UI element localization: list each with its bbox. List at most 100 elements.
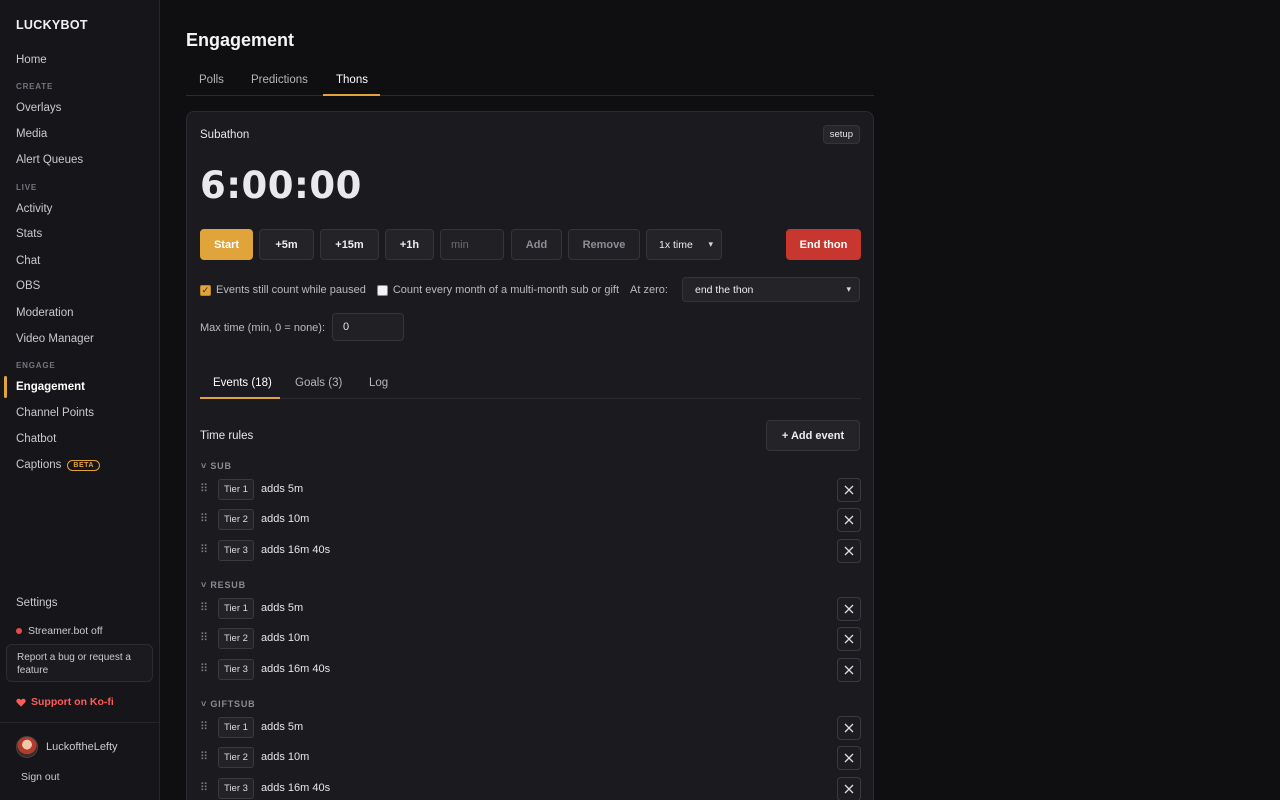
close-icon [844,604,854,614]
sidebar-item-channel-points[interactable]: Channel Points [16,407,94,419]
delete-rule-button[interactable] [837,746,861,770]
minutes-input[interactable] [440,229,504,260]
start-button[interactable]: Start [200,229,253,260]
drag-handle-icon[interactable]: ⠿ [200,662,208,675]
chevron-down-icon: ▾ [846,284,851,294]
rule-row: ⠿ Tier 1 adds 5m [200,478,861,503]
sidebar-item-settings[interactable]: Settings [16,597,58,609]
drag-handle-icon[interactable]: ⠿ [200,601,208,614]
thon-timer: 6:00:00 [200,164,362,207]
delete-rule-button[interactable] [837,508,861,532]
at-zero-select[interactable]: end the thon ▾ [682,277,860,302]
sidebar-item-moderation[interactable]: Moderation [16,307,74,319]
collapse-icon: ˅ [201,461,211,471]
drag-handle-icon[interactable]: ⠿ [200,631,208,644]
delete-rule-button[interactable] [837,539,861,563]
rule-row: ⠿ Tier 1 adds 5m [200,597,861,622]
end-thon-button[interactable]: End thon [786,229,861,260]
tier-chip: Tier 1 [218,479,254,500]
tier-chip: Tier 1 [218,598,254,619]
tab-goals[interactable]: Goals (3) [295,377,342,389]
sidebar-item-engagement[interactable]: Engagement [16,381,85,393]
avatar [16,736,38,758]
sidebar-item-activity[interactable]: Activity [16,203,52,215]
paused-checkbox[interactable] [200,284,211,296]
time-rules-heading: Time rules [200,430,254,442]
drag-handle-icon[interactable]: ⠿ [200,543,208,556]
delete-rule-button[interactable] [837,597,861,621]
bug-report-button[interactable]: Report a bug or request a feature [6,644,153,682]
sidebar-item-overlays[interactable]: Overlays [16,102,61,114]
user-profile[interactable]: LuckoftheLefty [16,736,118,758]
tab-events[interactable]: Events (18) [213,377,272,389]
tab-polls[interactable]: Polls [199,74,224,86]
delete-rule-button[interactable] [837,478,861,502]
brand-logo: LUCKYBOT [16,18,88,32]
sidebar-item-captions[interactable]: Captions BETA [16,459,100,471]
tier-chip: Tier 1 [218,717,254,738]
drag-handle-icon[interactable]: ⠿ [200,781,208,794]
drag-handle-icon[interactable]: ⠿ [200,482,208,495]
delete-rule-button[interactable] [837,627,861,651]
add-minutes-button[interactable]: Add [511,229,562,260]
group-sub[interactable]: ˅ SUB [201,461,232,471]
thon-subtabs: Events (18) Goals (3) Log [200,368,861,399]
multimonth-label: Count every month of a multi-month sub o… [392,284,620,296]
close-icon [844,753,854,763]
add-5m-button[interactable]: +5m [259,229,314,260]
tab-thons[interactable]: Thons [336,74,368,86]
sidebar-section-create: CREATE [16,82,54,91]
kofi-link[interactable]: Support on Ko-fi [16,696,114,708]
speed-select[interactable]: 1x time ▾ [646,229,722,260]
close-icon [844,546,854,556]
rule-text: adds 16m 40s [261,663,331,675]
sidebar-item-obs[interactable]: OBS [16,280,40,292]
options-row: Events still count while paused Count ev… [200,278,668,302]
group-resub[interactable]: ˅ RESUB [201,580,246,590]
sidebar-item-media[interactable]: Media [16,128,47,140]
sidebar-item-alert-queues[interactable]: Alert Queues [16,154,83,166]
engagement-tabs: Polls Predictions Thons [186,66,874,96]
max-time-input[interactable] [332,313,404,341]
sidebar-item-chat[interactable]: Chat [16,255,40,267]
group-giftsub[interactable]: ˅ GIFTSUB [201,699,255,709]
at-zero-value: end the thon [695,283,754,296]
sidebar-item-home[interactable]: Home [16,54,47,66]
tier-chip: Tier 2 [218,747,254,768]
multimonth-checkbox[interactable] [376,284,388,296]
kofi-label: Support on Ko-fi [31,696,114,708]
rule-row: ⠿ Tier 2 adds 10m [200,746,861,771]
subtab-active-underline [200,397,280,399]
tier-chip: Tier 3 [218,659,254,680]
drag-handle-icon[interactable]: ⠿ [200,512,208,525]
sidebar-item-chatbot[interactable]: Chatbot [16,433,56,445]
add-15m-button[interactable]: +15m [320,229,379,260]
setup-button[interactable]: setup [822,125,860,144]
card-title: Subathon [200,129,250,141]
heart-icon [16,698,26,707]
delete-rule-button[interactable] [837,658,861,682]
status-label: Streamer.bot off [28,625,103,637]
rule-text: adds 16m 40s [261,782,331,794]
drag-handle-icon[interactable]: ⠿ [200,720,208,733]
sidebar-item-video-manager[interactable]: Video Manager [16,333,94,345]
rule-row: ⠿ Tier 2 adds 10m [200,508,861,533]
add-1h-button[interactable]: +1h [385,229,434,260]
add-event-button[interactable]: + Add event [766,420,860,451]
drag-handle-icon[interactable]: ⠿ [200,750,208,763]
sidebar-section-live: LIVE [16,183,37,192]
rule-text: adds 16m 40s [261,544,331,556]
delete-rule-button[interactable] [837,716,861,740]
close-icon [844,784,854,794]
delete-rule-button[interactable] [837,777,861,800]
rule-text: adds 5m [261,602,304,614]
rule-row: ⠿ Tier 3 adds 16m 40s [200,658,861,683]
max-time-label: Max time (min, 0 = none): [200,322,326,334]
sign-out-link[interactable]: Sign out [21,771,60,783]
tab-log[interactable]: Log [369,377,388,389]
active-indicator [4,376,7,398]
remove-minutes-button[interactable]: Remove [568,229,640,260]
sidebar-divider [0,722,159,723]
sidebar-item-stats[interactable]: Stats [16,228,42,240]
tab-predictions[interactable]: Predictions [251,74,308,86]
